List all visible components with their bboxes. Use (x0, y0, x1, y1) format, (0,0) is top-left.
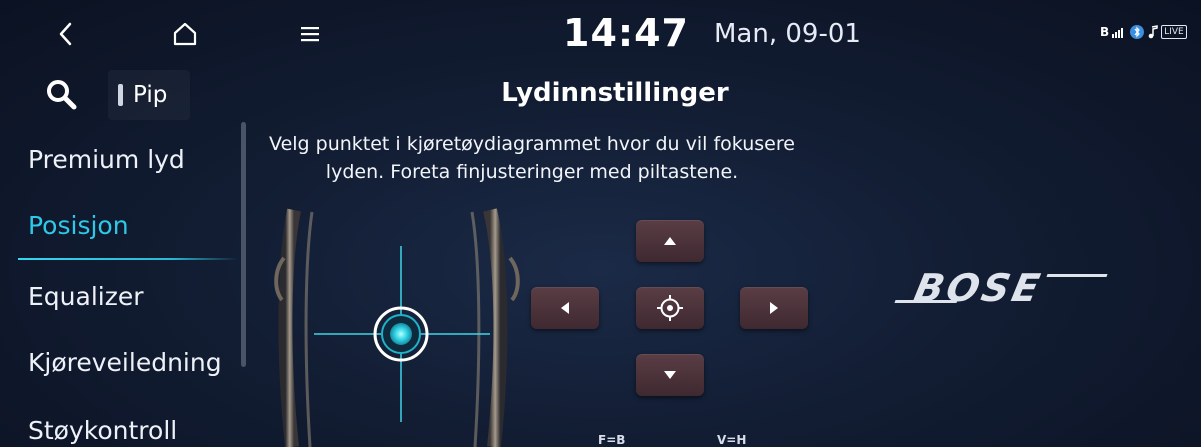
arrow-up-icon (664, 237, 676, 245)
mirror-right (508, 256, 520, 302)
bose-logo: BOSE (894, 266, 1113, 310)
volume-level-icon (118, 84, 123, 106)
instruction-text: Velg punktet i kjøretøydiagrammet hvor d… (269, 133, 795, 183)
arrow-down-icon (664, 371, 676, 379)
home-button[interactable] (165, 14, 205, 54)
hamburger-icon (301, 27, 319, 42)
arrow-left-icon (561, 302, 569, 314)
infotainment-screen: 14:47 Man, 09-01 B LIVE Pip Lydinnstilli… (0, 0, 1201, 447)
signal-icon (1112, 28, 1124, 38)
vehicle-diagram[interactable] (272, 200, 532, 447)
top-bar: 14:47 Man, 09-01 B LIVE (0, 0, 1201, 70)
front-rear-balance-label: F=B (598, 433, 626, 447)
live-badge: LIVE (1161, 25, 1187, 39)
car-body-right (483, 208, 508, 447)
move-up-button[interactable] (636, 220, 704, 262)
status-icons: B LIVE (1100, 22, 1187, 42)
move-left-button[interactable] (531, 287, 599, 329)
menu-item-premium-lyd[interactable]: Premium lyd (28, 145, 185, 174)
move-right-button[interactable] (740, 287, 808, 329)
pip-label: Pip (133, 82, 168, 108)
left-right-balance-label: V=H (717, 433, 747, 447)
search-icon (47, 80, 77, 110)
car-body-left (278, 208, 301, 447)
focus-point (390, 323, 412, 345)
chevron-left-icon (59, 22, 72, 46)
menu-item-posisjon[interactable]: Posisjon (28, 211, 129, 240)
bose-logo-text: BOSE (910, 266, 1047, 310)
move-down-button[interactable] (636, 354, 704, 396)
center-button[interactable] (636, 287, 704, 329)
menu-button[interactable] (290, 14, 330, 54)
bluetooth-audio-icon (1130, 25, 1145, 39)
crosshair-icon (657, 295, 683, 321)
music-note-icon (1148, 25, 1158, 39)
back-button[interactable] (46, 14, 86, 54)
menu-scrollbar[interactable] (241, 122, 246, 367)
bose-logo-stripe-top (1046, 274, 1108, 277)
menu-item-kjoreveiledning[interactable]: Kjøreveiledning (28, 348, 222, 377)
menu-item-equalizer[interactable]: Equalizer (28, 282, 144, 311)
bluetooth-label: B (1100, 25, 1110, 39)
clock: 14:47 (563, 11, 689, 55)
active-menu-underline (18, 258, 238, 260)
pip-volume-button[interactable]: Pip (108, 70, 190, 120)
search-button[interactable] (22, 70, 102, 120)
home-icon (173, 22, 197, 46)
arrow-right-icon (770, 302, 778, 314)
menu-item-stoykontroll[interactable]: Støykontroll (28, 416, 177, 445)
page-title: Lydinnstillinger (501, 78, 729, 108)
date: Man, 09-01 (714, 19, 861, 49)
